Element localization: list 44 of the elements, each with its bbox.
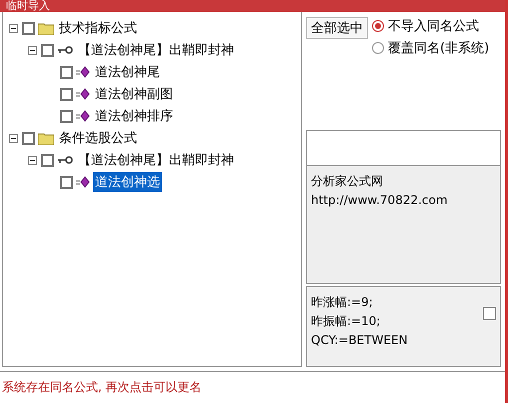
key-icon (57, 155, 73, 165)
formula-icon (76, 66, 90, 78)
expander-icon[interactable] (28, 46, 37, 54)
key-icon (57, 45, 73, 55)
formula-icon (76, 176, 90, 188)
radio-icon[interactable] (372, 20, 384, 32)
checkbox[interactable] (483, 307, 496, 320)
radio-icon[interactable] (372, 42, 384, 54)
status-message: 系统存在同名公式, 再次点击可以更名 (2, 380, 202, 394)
checkbox[interactable] (22, 22, 35, 34)
checkbox[interactable] (41, 44, 54, 56)
code-line: 昨涨幅:=9; (311, 294, 374, 311)
checkbox[interactable] (41, 154, 54, 166)
radio-option[interactable]: 覆盖同名(非系统) (372, 39, 490, 57)
code-line: 昨振幅:=10; (311, 313, 382, 330)
expander-icon[interactable] (9, 134, 18, 142)
tree-item[interactable]: 技术指标公式 (57, 18, 139, 38)
formula-icon (76, 88, 90, 100)
expander-icon[interactable] (9, 24, 18, 32)
formula-icon (76, 110, 90, 122)
checkbox[interactable] (60, 66, 73, 78)
checkbox[interactable] (22, 132, 35, 144)
expander-icon[interactable] (28, 156, 37, 164)
tree-item[interactable]: 【道法创神尾】出鞘即封神 (76, 40, 236, 60)
radio-label: 不导入同名公式 (388, 18, 479, 35)
checkbox[interactable] (60, 176, 73, 188)
tree-item[interactable]: 道法创神尾 (93, 62, 162, 82)
tree-item[interactable]: 条件选股公式 (57, 128, 139, 148)
checkbox[interactable] (60, 88, 73, 100)
tree-item[interactable]: 道法创神选 (93, 172, 162, 192)
tree-item[interactable]: 【道法创神尾】出鞘即封神 (76, 150, 236, 170)
select-all-button[interactable]: 全部选中 (306, 17, 368, 39)
radio-option[interactable]: 不导入同名公式 (372, 17, 490, 35)
code-line: QCY:=BETWEEN (311, 332, 408, 349)
checkbox[interactable] (60, 110, 73, 122)
tree-item[interactable]: 道法创神排序 (93, 106, 175, 126)
info-text: 分析家公式网 (311, 173, 384, 190)
folder-icon (38, 22, 54, 34)
window-title: 临时导入 (6, 0, 50, 12)
tree-item[interactable]: 道法创神副图 (93, 84, 175, 104)
input-field[interactable] (306, 130, 501, 166)
info-text: http://www.70822.com (311, 192, 449, 209)
folder-icon (38, 132, 54, 144)
radio-label: 覆盖同名(非系统) (388, 40, 490, 57)
